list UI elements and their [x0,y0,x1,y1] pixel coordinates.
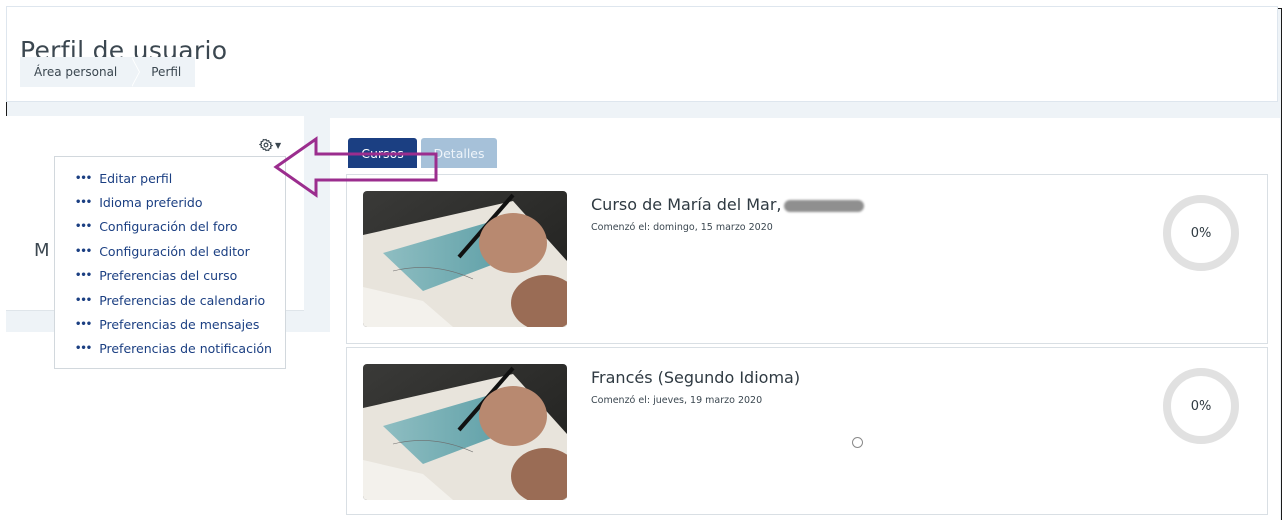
menu-item-label: Preferencias de notificación [99,341,272,357]
course-card[interactable]: Francés (Segundo Idioma) Comenzó el: jue… [346,347,1268,515]
progress-ring: 0% [1161,193,1241,273]
dots-icon: ••• [75,270,92,282]
menu-item-label: Configuración del editor [99,243,250,259]
menu-item-idioma-preferido[interactable]: ••• Idioma preferido [55,190,285,214]
profile-name: M [34,240,50,261]
breadcrumb: Área personal Perfil [20,57,196,87]
menu-item-preferencias-mensajes[interactable]: ••• Preferencias de mensajes [55,312,285,336]
dots-icon: ••• [75,197,92,209]
breadcrumb-item-perfil: Perfil [131,57,196,87]
dots-icon: ••• [75,245,92,257]
redacted-text [783,199,864,212]
breadcrumb-label: Perfil [151,65,182,79]
menu-item-label: Preferencias del curso [99,268,238,284]
menu-item-preferencias-notificacion[interactable]: ••• Preferencias de notificación [55,337,285,361]
progress-percent: 0% [1190,225,1212,241]
progress-ring: 0% [1161,366,1241,446]
course-image [363,191,567,327]
progress-percent: 0% [1190,398,1212,414]
course-title[interactable]: Curso de María del Mar, [591,195,864,214]
course-card[interactable]: Curso de María del Mar, Comenzó el: domi… [346,174,1268,344]
menu-item-preferencias-calendario[interactable]: ••• Preferencias de calendario [55,288,285,312]
dots-icon: ••• [75,319,92,331]
settings-dropdown-menu: ••• Editar perfil ••• Idioma preferido •••… [54,156,286,369]
dots-icon: ••• [75,294,92,306]
menu-item-label: Preferencias de calendario [99,292,266,308]
course-thumbnail[interactable] [363,364,567,500]
menu-item-editar-perfil[interactable]: ••• Editar perfil [55,166,285,190]
dots-icon: ••• [75,343,92,355]
page-header: Perfil de usuario Área personal Perfil [6,6,1278,102]
menu-item-preferencias-curso[interactable]: ••• Preferencias del curso [55,264,285,288]
breadcrumb-label: Área personal [34,65,118,79]
menu-item-label: Preferencias de mensajes [99,317,260,333]
menu-item-label: Editar perfil [99,170,173,186]
loading-circle-icon [852,437,863,448]
course-image [363,364,567,500]
course-title[interactable]: Francés (Segundo Idioma) [591,368,800,387]
menu-item-label: Idioma preferido [99,195,203,211]
menu-item-configuracion-foro[interactable]: ••• Configuración del foro [55,215,285,239]
course-start-date: Comenzó el: jueves, 19 marzo 2020 [591,395,763,406]
menu-item-configuracion-editor[interactable]: ••• Configuración del editor [55,239,285,263]
menu-item-label: Configuración del foro [99,219,238,235]
annotation-arrow-icon [273,136,438,198]
breadcrumb-item-area-personal[interactable]: Área personal [20,57,141,87]
dots-icon: ••• [75,172,92,184]
course-start-date: Comenzó el: domingo, 15 marzo 2020 [591,222,773,233]
dots-icon: ••• [75,221,92,233]
course-thumbnail[interactable] [363,191,567,327]
